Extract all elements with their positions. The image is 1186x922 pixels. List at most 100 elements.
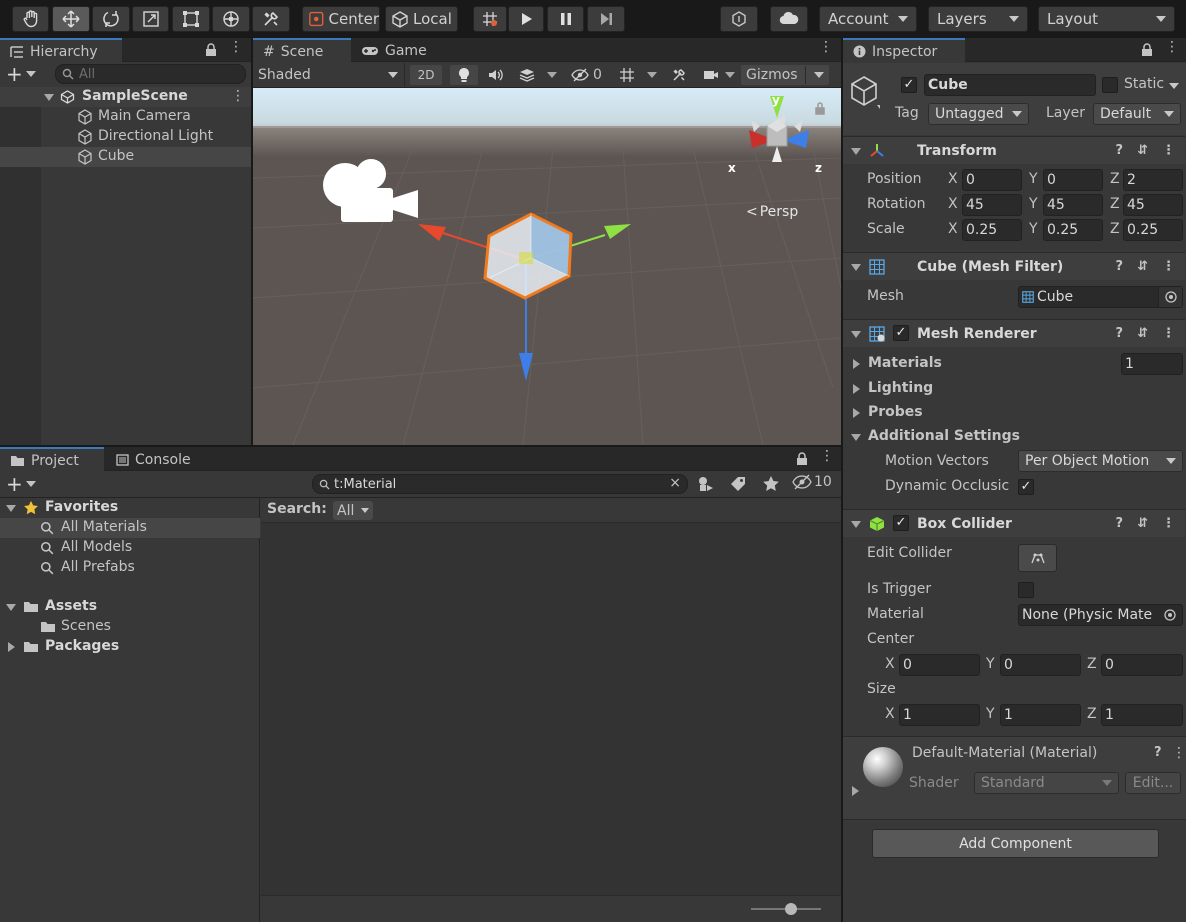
- packages-row[interactable]: Packages: [0, 637, 260, 657]
- center-z-input[interactable]: 0: [1101, 654, 1183, 676]
- kebab-menu-icon[interactable]: ⋮: [1165, 39, 1179, 55]
- cloud-button[interactable]: [770, 6, 808, 32]
- help-icon[interactable]: ?: [1116, 516, 1124, 531]
- kebab-menu-icon[interactable]: ⋮: [1162, 326, 1175, 341]
- help-icon[interactable]: ?: [1116, 143, 1124, 158]
- chevron-down-icon[interactable]: [1169, 83, 1179, 89]
- layout-dropdown[interactable]: Layout: [1038, 6, 1175, 32]
- lock-icon[interactable]: [796, 452, 808, 465]
- hierarchy-item[interactable]: Main Camera: [0, 107, 251, 127]
- add-component-button[interactable]: Add Component: [872, 829, 1159, 858]
- dynamic-occlusion-checkbox[interactable]: ✓: [1018, 479, 1034, 495]
- favorite-item[interactable]: All Prefabs: [0, 558, 260, 578]
- create-button[interactable]: +: [6, 62, 40, 86]
- kebab-menu-icon[interactable]: ⋮: [820, 448, 834, 464]
- rotation-y-input[interactable]: 45: [1043, 194, 1103, 216]
- tab-scene[interactable]: # Scene: [253, 38, 351, 63]
- scene-viewport[interactable]: y x z < Persp: [253, 88, 841, 445]
- filter-by-type-icon[interactable]: [697, 475, 715, 493]
- size-y-input[interactable]: 1: [1000, 704, 1081, 726]
- persp-toggle[interactable]: < Persp: [746, 204, 798, 220]
- search-scope-dropdown[interactable]: All: [333, 501, 373, 520]
- transform-tool-button[interactable]: [212, 6, 250, 32]
- assets-row[interactable]: Assets: [0, 597, 260, 617]
- active-checkbox[interactable]: ✓: [901, 77, 917, 93]
- kebab-menu-icon[interactable]: ⋮: [1172, 745, 1186, 761]
- position-y-input[interactable]: 0: [1043, 169, 1103, 191]
- position-x-input[interactable]: 0: [962, 169, 1022, 191]
- tab-project[interactable]: Project: [0, 447, 104, 472]
- preset-icon[interactable]: ⇵: [1137, 326, 1148, 341]
- camera-dropdown[interactable]: [699, 65, 739, 85]
- hierarchy-item-selected[interactable]: Cube: [0, 147, 251, 167]
- hierarchy-search-input[interactable]: All: [55, 64, 246, 84]
- probes-foldout[interactable]: Probes: [843, 403, 1186, 423]
- kebab-menu-icon[interactable]: ⋮: [1162, 259, 1175, 274]
- pivot-toggle[interactable]: Center: [302, 6, 380, 32]
- box-collider-enabled-checkbox[interactable]: ✓: [893, 515, 909, 531]
- grid-snap-button[interactable]: [473, 6, 507, 32]
- gizmos-dropdown[interactable]: Gizmos: [741, 65, 829, 85]
- custom-tool-button[interactable]: [252, 6, 290, 32]
- preset-icon[interactable]: ⇵: [1137, 516, 1148, 531]
- help-icon[interactable]: ?: [1116, 326, 1124, 341]
- physic-material-field[interactable]: None (Physic Mate: [1018, 604, 1183, 626]
- static-checkbox[interactable]: [1102, 77, 1118, 93]
- kebab-menu-icon[interactable]: ⋮: [1162, 516, 1175, 531]
- tag-dropdown[interactable]: Untagged: [928, 103, 1029, 125]
- scene-row[interactable]: SampleScene ⋮: [0, 87, 251, 107]
- favorite-item[interactable]: All Models: [0, 538, 260, 558]
- rotation-x-input[interactable]: 45: [962, 194, 1022, 216]
- materials-count-input[interactable]: 1: [1121, 353, 1183, 375]
- rect-tool-button[interactable]: [172, 6, 210, 32]
- object-picker-icon[interactable]: [1158, 605, 1182, 625]
- grid-dropdown[interactable]: [615, 65, 661, 85]
- collapsed-triangle-icon[interactable]: [852, 786, 859, 796]
- move-tool-button[interactable]: [52, 6, 90, 32]
- project-search-input[interactable]: t:Material ×: [312, 474, 688, 494]
- project-create-button[interactable]: +: [6, 472, 40, 496]
- star-icon[interactable]: [762, 475, 780, 493]
- lighting-foldout[interactable]: Lighting: [843, 379, 1186, 399]
- kebab-menu-icon[interactable]: ⋮: [231, 88, 245, 104]
- additional-settings-foldout[interactable]: Additional Settings: [843, 427, 1186, 447]
- hidden-objects-toggle[interactable]: 0: [567, 65, 609, 85]
- scale-y-input[interactable]: 0.25: [1043, 219, 1103, 241]
- help-icon[interactable]: ?: [1154, 745, 1162, 760]
- edit-shader-button[interactable]: Edit...: [1125, 772, 1181, 794]
- tab-hierarchy[interactable]: Hierarchy: [0, 38, 122, 63]
- step-button[interactable]: [587, 6, 625, 32]
- label-tag-icon[interactable]: [729, 475, 747, 493]
- box-collider-header[interactable]: ✓ Box Collider ? ⇵ ⋮: [843, 509, 1185, 537]
- scene-tools-button[interactable]: [667, 65, 691, 85]
- 2d-toggle[interactable]: 2D: [410, 65, 442, 85]
- shading-mode-dropdown[interactable]: Shaded: [253, 63, 405, 87]
- tab-game[interactable]: Game: [351, 38, 437, 63]
- rotation-z-input[interactable]: 45: [1123, 194, 1183, 216]
- scale-x-input[interactable]: 0.25: [962, 219, 1022, 241]
- scale-z-input[interactable]: 0.25: [1123, 219, 1183, 241]
- gameobject-cube-icon[interactable]: [850, 75, 880, 109]
- kebab-menu-icon[interactable]: ⋮: [229, 39, 243, 55]
- object-picker-icon[interactable]: [1158, 287, 1182, 307]
- size-z-input[interactable]: 1: [1101, 704, 1183, 726]
- mesh-renderer-enabled-checkbox[interactable]: ✓: [893, 325, 909, 341]
- position-z-input[interactable]: 2: [1123, 169, 1183, 191]
- hand-tool-button[interactable]: [12, 6, 49, 32]
- audio-toggle[interactable]: [482, 65, 510, 85]
- folder-item[interactable]: Scenes: [0, 617, 260, 637]
- favorite-item[interactable]: All Materials: [0, 518, 260, 538]
- motion-vectors-dropdown[interactable]: Per Object Motion: [1018, 450, 1183, 472]
- clear-search-icon[interactable]: ×: [669, 475, 681, 491]
- center-y-input[interactable]: 0: [1000, 654, 1081, 676]
- scene-canvas[interactable]: [253, 88, 841, 445]
- edit-collider-button[interactable]: [1018, 544, 1057, 572]
- transform-header[interactable]: Transform ? ⇵ ⋮: [843, 136, 1185, 164]
- play-button[interactable]: [508, 6, 544, 32]
- kebab-menu-icon[interactable]: ⋮: [819, 39, 833, 55]
- hierarchy-item[interactable]: Directional Light: [0, 127, 251, 147]
- mesh-filter-header[interactable]: Cube (Mesh Filter) ? ⇵ ⋮: [843, 252, 1185, 280]
- hidden-packages-toggle[interactable]: 10: [792, 474, 832, 490]
- layers-dropdown[interactable]: Layers: [928, 6, 1028, 32]
- pause-button[interactable]: [547, 6, 584, 32]
